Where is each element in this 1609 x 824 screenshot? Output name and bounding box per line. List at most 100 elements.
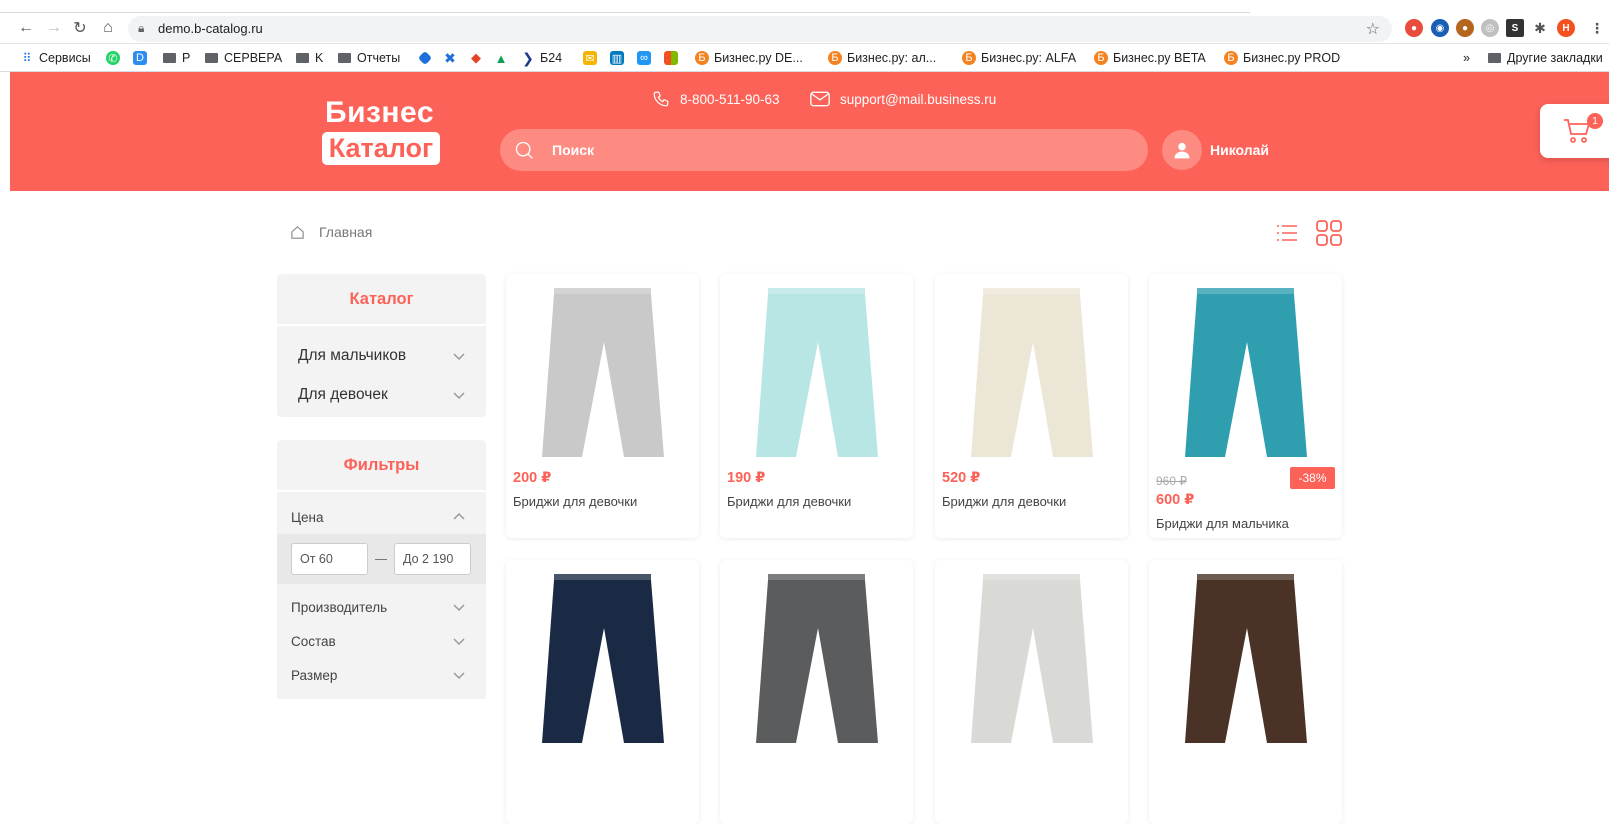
filter-composition[interactable]: Состав xyxy=(277,624,486,658)
bookmarks-overflow-button[interactable]: » xyxy=(1463,50,1470,66)
product-title[interactable]: Бриджи для девочки xyxy=(942,494,1066,509)
filter-size[interactable]: Размер xyxy=(277,658,486,692)
product-card[interactable] xyxy=(506,560,699,824)
bookmark-whatsapp[interactable]: ✆ xyxy=(106,50,125,66)
bookmark-gitlab[interactable]: ◆ xyxy=(469,50,488,66)
chevron-up-icon[interactable] xyxy=(452,510,466,524)
b-logo-icon: Б xyxy=(828,51,842,65)
cart-button[interactable]: 1 xyxy=(1540,104,1609,158)
price-from-input[interactable] xyxy=(291,543,368,575)
user-name: Николай xyxy=(1210,142,1270,158)
filters-title: Фильтры xyxy=(277,440,486,492)
product-title[interactable]: Бриджи для мальчика xyxy=(1156,516,1289,531)
browser-menu-icon[interactable]: ⋮ xyxy=(1588,19,1606,37)
product-card[interactable]: 200 ₽ Бриджи для девочки xyxy=(506,274,699,538)
bookmark-diamond[interactable] xyxy=(417,50,435,66)
bookmark-other[interactable]: Другие закладки xyxy=(1488,50,1603,66)
bookmark-microsoft[interactable] xyxy=(664,50,683,66)
extension-avatar-icon[interactable]: ● xyxy=(1456,19,1474,37)
drive-icon: ▲ xyxy=(494,50,508,66)
extensions-puzzle-icon[interactable]: ✱ xyxy=(1531,19,1549,37)
bookmark-star-icon[interactable]: ☆ xyxy=(1366,19,1380,39)
user-menu[interactable]: Николай xyxy=(1162,130,1269,170)
grid-view-icon[interactable] xyxy=(1316,220,1342,246)
search-bar xyxy=(500,129,1148,171)
bookmark-apps[interactable]: ⠿ Сервисы xyxy=(20,50,91,66)
product-image[interactable] xyxy=(514,282,691,462)
bookmark-trello[interactable]: ▥ xyxy=(610,50,629,66)
whatsapp-icon: ✆ xyxy=(106,51,120,65)
bookmark-biz-al[interactable]: Б Бизнес.ру: ал... xyxy=(828,50,936,66)
product-card[interactable] xyxy=(1149,560,1342,824)
infinity-icon: ∞ xyxy=(637,51,651,65)
product-image[interactable] xyxy=(728,568,905,748)
bookmark-folder-reports[interactable]: Отчеты xyxy=(338,50,400,66)
browser-toolbar: ← → ↻ ⌂ 🔒︎ demo.b-catalog.ru ☆ ● ◉ ● ◎ S… xyxy=(0,0,1609,44)
product-image[interactable] xyxy=(514,568,691,748)
catalog-panel: Каталог Для мальчиков Для девочек xyxy=(277,274,486,417)
chevron-down-icon[interactable] xyxy=(452,600,466,614)
search-input[interactable] xyxy=(552,139,1112,161)
filter-price-toggle[interactable]: Цена xyxy=(277,500,486,534)
extension-s-icon[interactable]: S xyxy=(1506,19,1524,37)
product-title[interactable]: Бриджи для девочки xyxy=(727,494,851,509)
catalog-item-boys[interactable]: Для мальчиков xyxy=(277,336,486,375)
home-outline-icon[interactable] xyxy=(290,225,305,240)
reload-icon[interactable]: ↻ xyxy=(70,18,90,38)
email-link[interactable]: support@mail.business.ru xyxy=(810,88,996,110)
bookmark-biz-prod[interactable]: Б Бизнес.ру PROD xyxy=(1224,50,1340,66)
bookmark-d[interactable]: D xyxy=(133,50,152,66)
chevron-down-icon[interactable] xyxy=(452,668,466,682)
product-image[interactable] xyxy=(943,282,1120,462)
product-card[interactable]: 520 ₽ Бриджи для девочки xyxy=(935,274,1128,538)
tab-strip-divider xyxy=(0,12,1250,13)
bookmark-folder-p[interactable]: P xyxy=(163,50,190,66)
bookmark-folder-k[interactable]: K xyxy=(296,50,323,66)
breadcrumb-home[interactable]: Главная xyxy=(319,224,372,240)
product-card[interactable]: 960 ₽ -38% 600 ₽ Бриджи для мальчика xyxy=(1149,274,1342,538)
list-view-icon[interactable] xyxy=(1276,224,1298,242)
home-icon[interactable]: ⌂ xyxy=(98,18,118,38)
chevron-down-icon[interactable] xyxy=(452,634,466,648)
forward-arrow-icon[interactable]: → xyxy=(44,18,64,38)
search-icon[interactable] xyxy=(514,140,534,160)
product-card[interactable]: 190 ₽ Бриджи для девочки xyxy=(720,274,913,538)
catalog-item-girls[interactable]: Для девочек xyxy=(277,375,486,414)
product-image[interactable] xyxy=(1157,282,1334,462)
bookmark-confluence[interactable]: ✖ xyxy=(443,50,462,66)
bookmark-biz-de[interactable]: Б Бизнес.ру DE... xyxy=(695,50,803,66)
trello-icon: ▥ xyxy=(610,51,624,65)
price-to-input[interactable] xyxy=(394,543,471,575)
product-title[interactable]: Бриджи для девочки xyxy=(513,494,637,509)
extension-globe-icon[interactable]: ◉ xyxy=(1431,19,1449,37)
product-image[interactable] xyxy=(728,282,905,462)
chevron-down-icon[interactable] xyxy=(452,349,466,363)
bookmark-mail[interactable]: ✉ xyxy=(583,50,602,66)
bookmark-folder-servers[interactable]: СЕРВЕРА xyxy=(205,50,282,66)
folder-icon xyxy=(296,53,309,63)
extension-web-icon[interactable]: ◎ xyxy=(1481,19,1499,37)
logo-bottom-text[interactable]: Каталог xyxy=(322,132,440,165)
cross-logo-icon: ✖ xyxy=(444,49,456,66)
bookmark-loop[interactable]: ∞ xyxy=(637,50,656,66)
profile-avatar[interactable]: Н xyxy=(1557,19,1575,37)
filter-manufacturer[interactable]: Производитель xyxy=(277,590,486,624)
bookmark-biz-beta[interactable]: Б Бизнес.ру BETA xyxy=(1094,50,1206,66)
product-card[interactable] xyxy=(720,560,913,824)
product-image[interactable] xyxy=(1157,568,1334,748)
bookmark-drive[interactable]: ▲ xyxy=(494,50,513,66)
phone-link[interactable]: 8-800-511-90-63 xyxy=(652,88,780,110)
catalog-title: Каталог xyxy=(277,274,486,326)
bookmark-biz-alfa[interactable]: Б Бизнес.ру: ALFA xyxy=(962,50,1076,66)
extension-santa-icon[interactable]: ● xyxy=(1405,19,1423,37)
envelope-icon xyxy=(810,91,830,107)
address-bar[interactable]: 🔒︎ demo.b-catalog.ru ☆ xyxy=(128,16,1392,42)
back-arrow-icon[interactable]: ← xyxy=(16,18,36,38)
product-card[interactable] xyxy=(935,560,1128,824)
logo-top-text[interactable]: Бизнес xyxy=(325,96,434,130)
breadcrumb: Главная xyxy=(290,224,372,240)
b-logo-icon: Б xyxy=(1094,51,1108,65)
chevron-down-icon[interactable] xyxy=(452,388,466,402)
product-image[interactable] xyxy=(943,568,1120,748)
bookmark-b24[interactable]: ❯ Б24 xyxy=(521,50,562,66)
